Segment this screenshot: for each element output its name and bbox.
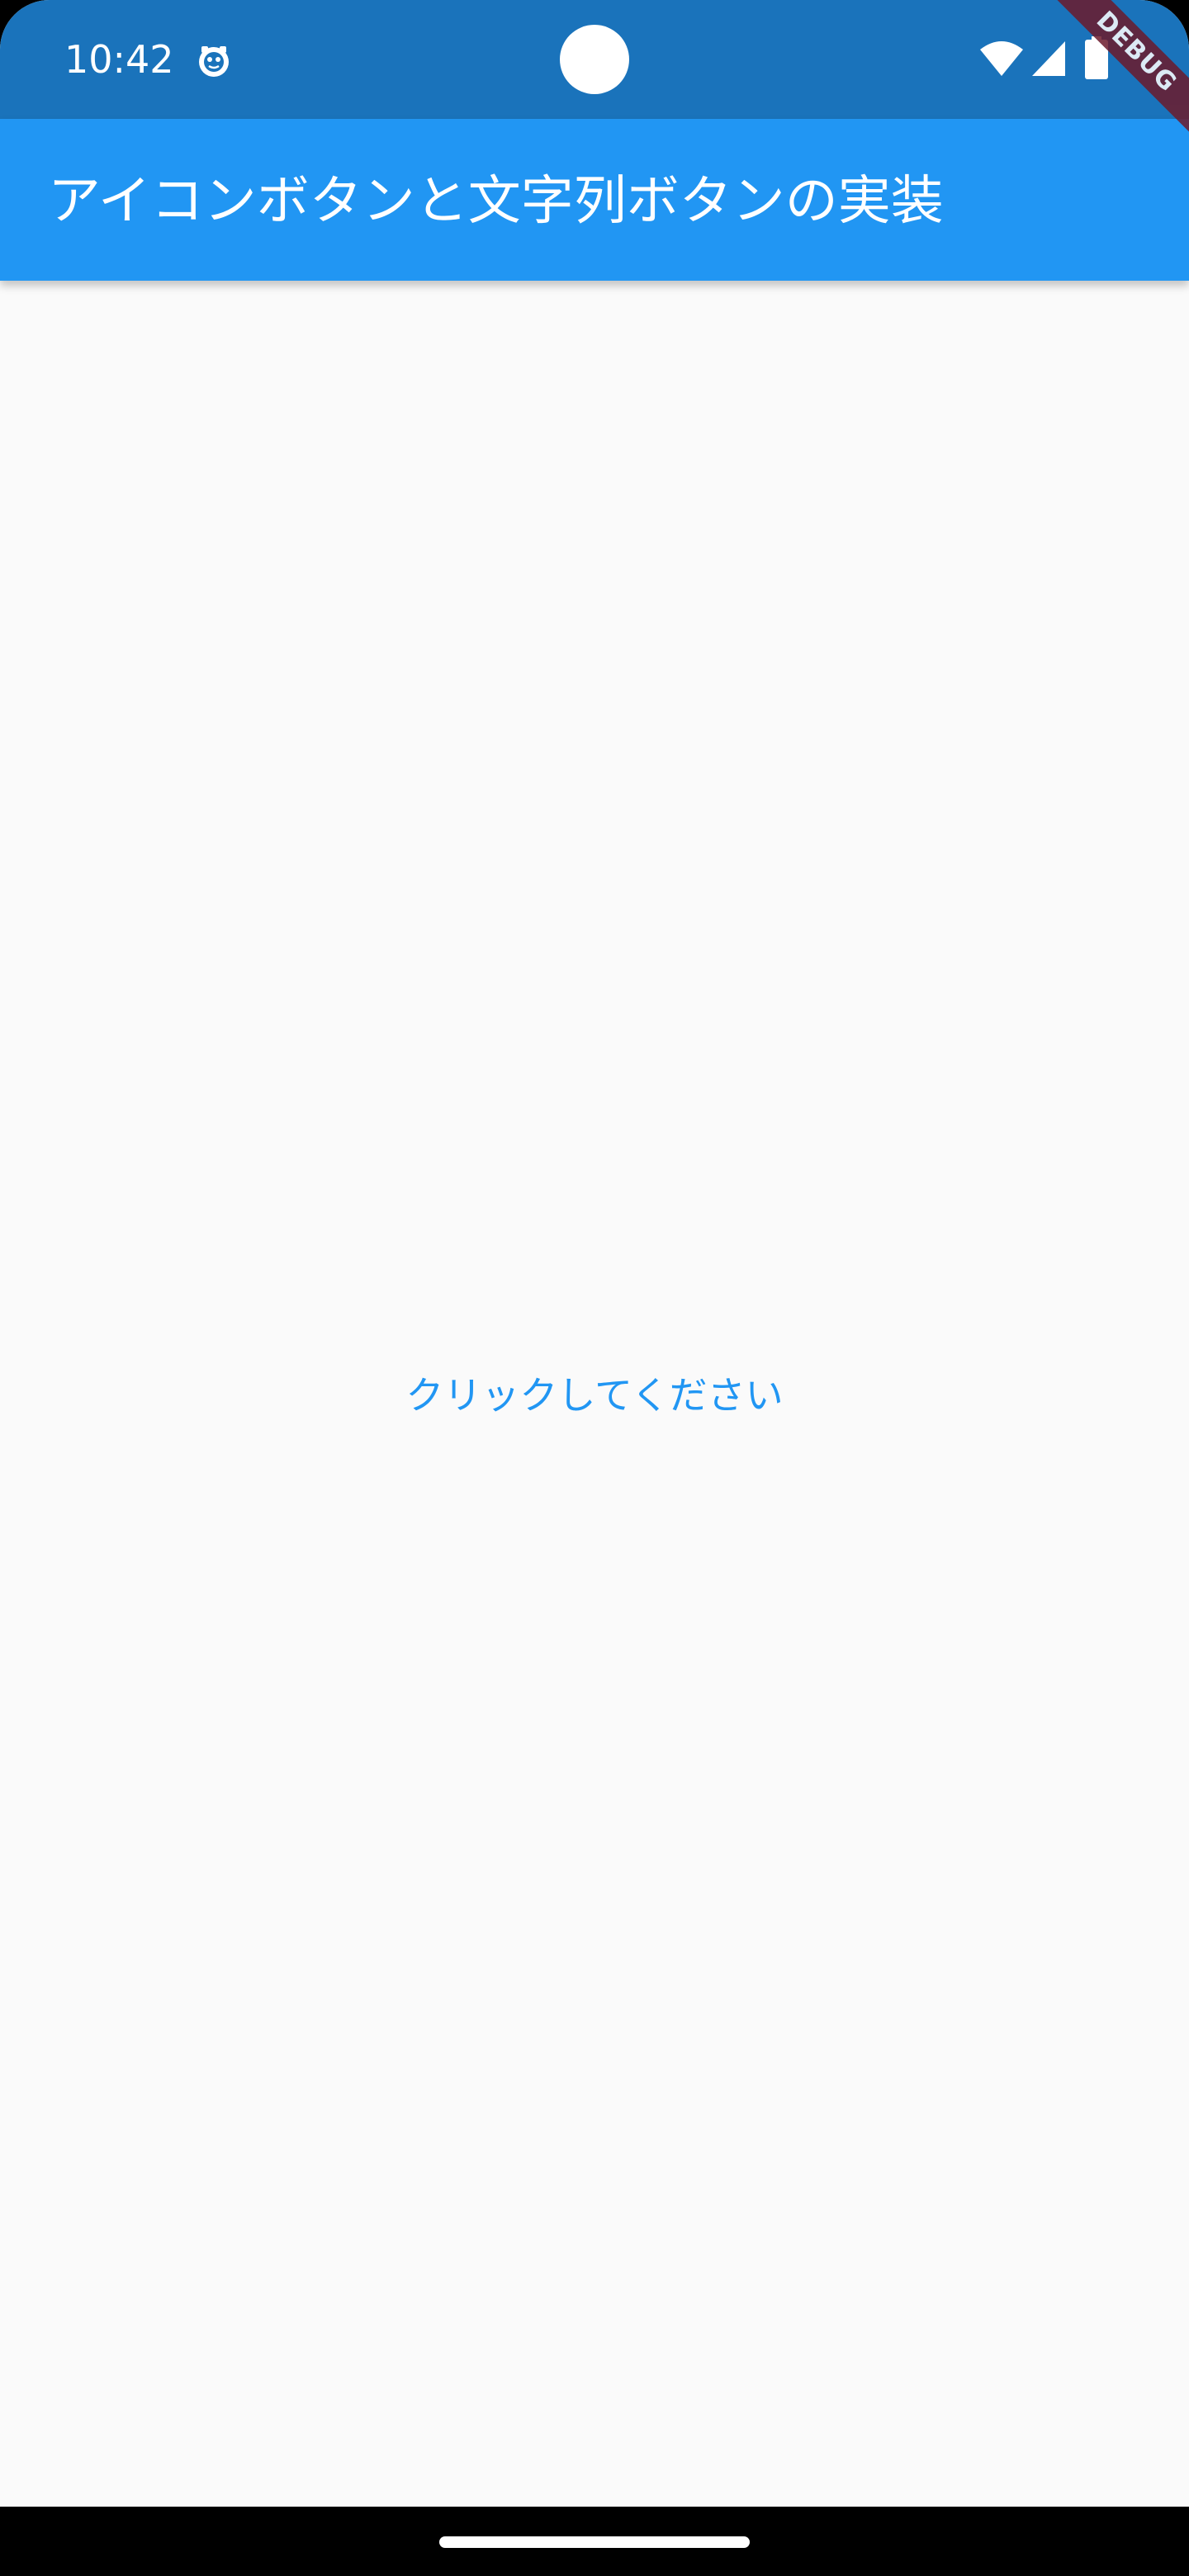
camera-cutout [560, 25, 629, 94]
cellular-signal-icon [1030, 40, 1067, 78]
app-notification-icon [195, 41, 233, 79]
click-text-button[interactable]: クリックしてください [372, 1354, 817, 1437]
main-content: クリックしてください [0, 281, 1189, 2507]
navigation-bar [0, 2507, 1189, 2576]
app-bar: アイコンボタンと文字列ボタンの実装 [0, 119, 1189, 281]
page-title: アイコンボタンと文字列ボタンの実装 [48, 171, 944, 232]
phone-screen: 10:42 DEBUG アイコンボタンと文字列ボタンの実装 クリックしてください [0, 0, 1189, 2576]
status-time: 10:42 [64, 37, 174, 82]
status-bar: 10:42 [0, 0, 1189, 119]
home-indicator[interactable] [439, 2536, 750, 2548]
wifi-icon [979, 41, 1024, 78]
